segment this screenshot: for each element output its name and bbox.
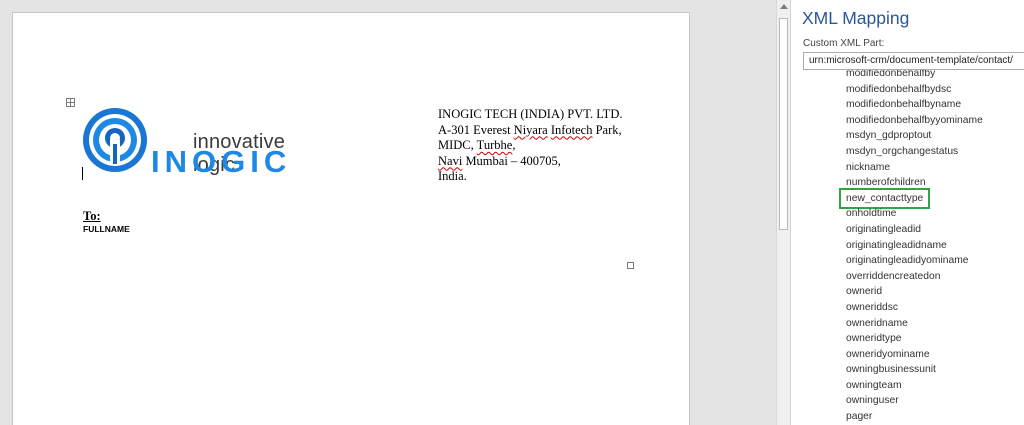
- xml-node-item[interactable]: onholdtime: [846, 206, 983, 222]
- xml-node-label: overriddencreatedon: [846, 270, 941, 282]
- xml-node-item[interactable]: msdyn_orgchangestatus: [846, 144, 983, 160]
- logo-wordmark-text: INOGIC: [151, 146, 291, 176]
- xml-node-label: owneridname: [846, 317, 908, 329]
- xml-node-label: nickname: [846, 161, 891, 173]
- xml-node-label: owneriddsc: [846, 301, 899, 313]
- address-line-1: INOGIC TECH (INDIA) PVT. LTD.: [438, 107, 623, 121]
- address-line-5: India.: [438, 169, 467, 183]
- xml-node-item[interactable]: overriddencreatedon: [846, 269, 983, 285]
- xml-node-label: pager: [846, 411, 873, 423]
- xml-node-item[interactable]: nickname: [846, 160, 983, 176]
- document-area: innovative logic INOGIC INOGIC TECH (IND…: [0, 0, 776, 425]
- xml-node-label: modifiedonbehalfbyname: [846, 99, 962, 111]
- xml-node-item[interactable]: numberofchildren: [846, 175, 983, 191]
- xml-node-item[interactable]: owneridtype: [846, 331, 983, 347]
- scrollbar-thumb[interactable]: [779, 18, 788, 230]
- xml-node-label: owningbusinessunit: [846, 364, 936, 376]
- xml-node-label: msdyn_gdproptout: [846, 130, 932, 142]
- inogic-logo: innovative logic INOGIC: [81, 106, 321, 176]
- pane-title: XML Mapping: [802, 8, 910, 28]
- xml-node-item[interactable]: pager: [846, 409, 983, 425]
- xml-node-item[interactable]: originatingleadid: [846, 222, 983, 238]
- document-scrollbar[interactable]: [776, 0, 790, 425]
- table-move-handle[interactable]: [66, 98, 75, 107]
- xml-node-label: ownerid: [846, 286, 883, 298]
- xml-node-item[interactable]: msdyn_gdproptout: [846, 128, 983, 144]
- custom-xml-part-label: Custom XML Part:: [803, 38, 885, 49]
- xml-node-label: originatingleadid: [846, 223, 921, 235]
- scroll-up-arrow-icon[interactable]: [780, 4, 788, 9]
- xml-node-item[interactable]: owningbusinessunit: [846, 362, 983, 378]
- logo-mark-icon: [83, 108, 147, 172]
- xml-node-item[interactable]: originatingleadidname: [846, 238, 983, 254]
- xml-node-label: numberofchildren: [846, 177, 926, 189]
- table-resize-handle[interactable]: [627, 262, 634, 269]
- text-cursor: [82, 167, 83, 180]
- xml-node-item[interactable]: modifiedonbehalfby: [846, 70, 983, 82]
- xml-node-item[interactable]: owningteam: [846, 378, 983, 394]
- company-address: INOGIC TECH (INDIA) PVT. LTD. A-301 Ever…: [438, 107, 622, 185]
- xml-node-label: modifiedonbehalfbyyominame: [846, 114, 983, 126]
- xml-node-item[interactable]: modifiedonbehalfbyname: [846, 97, 983, 113]
- to-label: To:: [83, 209, 101, 223]
- address-line-2: A-301 Everest Niyara Infotech Park,: [438, 122, 622, 137]
- xml-node-label: msdyn_orgchangestatus: [846, 145, 959, 157]
- xml-node-item[interactable]: new_contacttype: [838, 187, 983, 210]
- xml-node-tree: modifiedonbehalfby modifiedonbehalfbydsc m…: [791, 70, 1024, 425]
- custom-xml-part-dropdown[interactable]: urn:microsoft-crm/document-template/cont…: [803, 52, 1024, 70]
- xml-node-label: owninguser: [846, 395, 899, 407]
- logo-wordmark: INOGIC: [151, 146, 291, 176]
- xml-node-list: modifiedonbehalfby modifiedonbehalfbydsc m…: [838, 70, 983, 425]
- xml-node-label: originatingleadidname: [846, 239, 947, 251]
- address-line-3: MIDC, Turbhe,: [438, 138, 516, 152]
- xml-node-label: modifiedonbehalfby: [846, 70, 936, 79]
- xml-node-item[interactable]: modifiedonbehalfbydsc: [846, 82, 983, 98]
- document-page[interactable]: innovative logic INOGIC INOGIC TECH (IND…: [12, 12, 690, 425]
- xml-node-item[interactable]: owneridname: [846, 316, 983, 332]
- xml-node-item[interactable]: owninguser: [846, 393, 983, 409]
- xml-node-item[interactable]: owneridyominame: [846, 347, 983, 363]
- xml-node-item[interactable]: modifiedonbehalfbyyominame: [846, 113, 983, 129]
- xml-mapping-pane: XML Mapping Custom XML Part: urn:microso…: [790, 0, 1024, 425]
- xml-node-label: new_contacttype: [838, 187, 931, 210]
- xml-node-label: owneridyominame: [846, 348, 930, 360]
- xml-node-item[interactable]: originatingleadidyominame: [846, 253, 983, 269]
- xml-node-item[interactable]: ownerid: [846, 284, 983, 300]
- xml-node-label: modifiedonbehalfbydsc: [846, 83, 952, 95]
- xml-node-label: owneridtype: [846, 333, 902, 345]
- fullname-content-control[interactable]: FULLNAME: [83, 224, 130, 234]
- xml-node-label: owningteam: [846, 379, 902, 391]
- xml-node-item[interactable]: owneriddsc: [846, 300, 983, 316]
- xml-node-label: onholdtime: [846, 208, 897, 220]
- xml-node-label: originatingleadidyominame: [846, 255, 969, 267]
- address-line-4: Navi Mumbai – 400705,: [438, 153, 561, 168]
